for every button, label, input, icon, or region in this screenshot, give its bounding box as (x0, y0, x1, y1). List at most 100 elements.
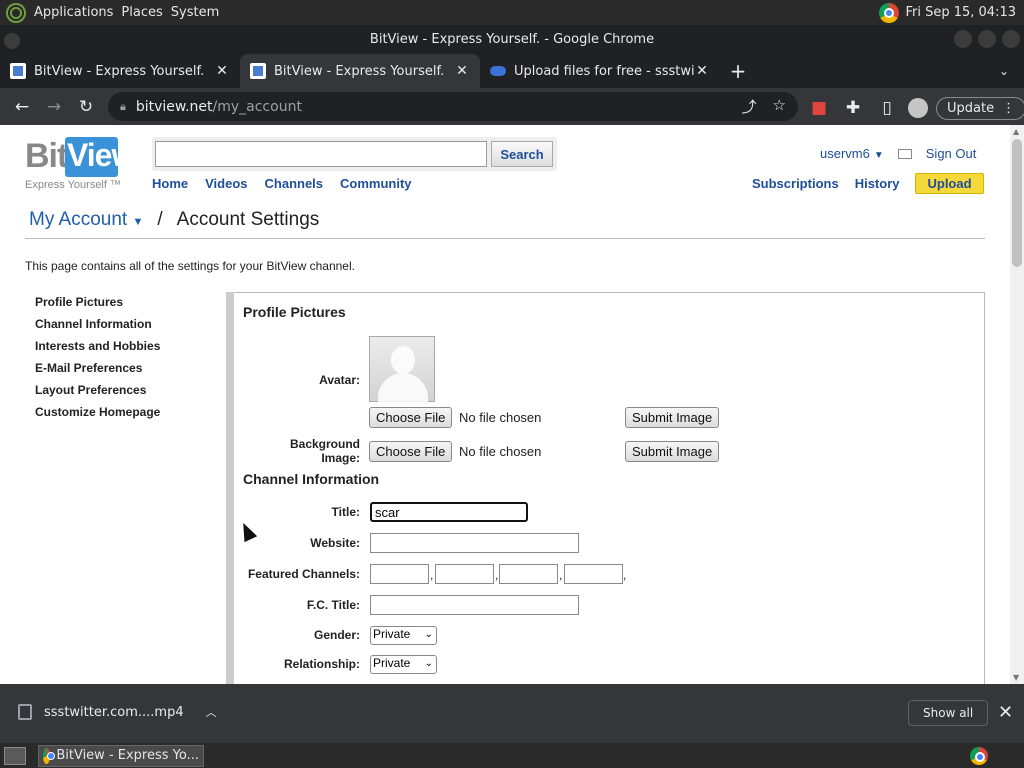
avatar-no-file-text: No file chosen (459, 410, 542, 425)
share-icon[interactable]: ⤴ (742, 96, 757, 117)
gender-label: Gender: (313, 628, 360, 642)
minimize-button[interactable] (954, 30, 972, 48)
background-label-line1: Background (289, 437, 360, 451)
user-menu[interactable]: uservm6 ▼ (820, 146, 884, 161)
sign-out-link[interactable]: Sign Out (926, 146, 977, 161)
history-link[interactable]: History (855, 176, 900, 191)
avatar-choose-file-button[interactable]: Choose File (369, 407, 453, 428)
chrome-icon (43, 747, 56, 764)
intro-text: This page contains all of the settings f… (25, 259, 355, 273)
nav-videos[interactable]: Videos (205, 176, 247, 191)
sidebar-item-customize-homepage[interactable]: Customize Homepage (25, 402, 226, 424)
sidebar-item-profile-pictures[interactable]: Profile Pictures (25, 292, 226, 314)
download-item[interactable]: ssstwitter.com....mp4 ︿ (18, 704, 217, 720)
chevron-up-icon[interactable]: ︿ (206, 704, 217, 720)
avatar-head (391, 346, 415, 374)
scroll-down-icon[interactable]: ▼ (1013, 673, 1021, 682)
avatar-label: Avatar: (319, 373, 360, 387)
main-nav: Home Videos Channels Community (152, 176, 412, 191)
forward-arrow-icon[interactable]: → (38, 91, 70, 123)
close-downloads-icon[interactable]: ✕ (998, 702, 1013, 723)
tab-ssstwitter[interactable]: Upload files for free - ssstwitter ✕ (480, 54, 720, 88)
extension-dice-icon[interactable]: ■ (806, 92, 832, 124)
subscriptions-link[interactable]: Subscriptions (752, 176, 839, 191)
sidebar-item-email-preferences[interactable]: E-Mail Preferences (25, 358, 226, 380)
title-label: Title: (331, 505, 360, 519)
settings-sidebar: Profile Pictures Channel Information Int… (25, 292, 226, 684)
tab-bitview-2[interactable]: BitView - Express Yourself. ✕ (240, 54, 480, 88)
my-account-menu[interactable]: My Account ▼ (29, 209, 143, 231)
channel-title-input[interactable] (370, 502, 528, 522)
close-tab-icon[interactable]: ✕ (454, 63, 470, 79)
back-arrow-icon[interactable]: ← (6, 91, 38, 123)
upload-button[interactable]: Upload (915, 173, 984, 194)
window-titlebar: BitView - Express Yourself. - Google Chr… (0, 25, 1024, 54)
new-tab-button[interactable]: + (720, 54, 756, 88)
side-panel-icon[interactable]: ▯ (874, 92, 900, 124)
close-window-button[interactable] (1002, 30, 1020, 48)
sidebar-item-interests-hobbies[interactable]: Interests and Hobbies (25, 336, 226, 358)
avatar-submit-button[interactable]: Submit Image (625, 407, 720, 428)
page-scrollbar[interactable]: ▲ ▼ (1010, 125, 1024, 684)
nav-channels[interactable]: Channels (265, 176, 324, 191)
url-host: bitview.net (135, 98, 213, 115)
close-tab-icon[interactable]: ✕ (214, 63, 230, 79)
mail-icon[interactable] (897, 148, 912, 159)
chevron-down-icon: ⌄ (424, 658, 433, 669)
profile-avatar-icon[interactable] (908, 98, 928, 118)
reload-icon[interactable]: ↻ (70, 91, 102, 123)
featured-channel-1-input[interactable] (370, 564, 429, 584)
tab-search-chevron-icon[interactable]: ⌄ (984, 54, 1024, 88)
extensions-puzzle-icon[interactable]: ✚ (840, 92, 866, 124)
distro-logo-icon[interactable] (6, 2, 26, 23)
gender-select[interactable]: Private ⌄ (370, 626, 437, 645)
sidebar-item-channel-information[interactable]: Channel Information (25, 314, 226, 336)
bitview-logo[interactable]: Bit View Express Yourself ™ (25, 137, 136, 192)
maximize-button[interactable] (978, 30, 996, 48)
window-menu-icon[interactable] (4, 33, 20, 49)
fc-title-input[interactable] (370, 595, 579, 615)
nav-home[interactable]: Home (152, 176, 188, 191)
lock-icon[interactable]: 🔒︎ (120, 100, 126, 114)
taskbar-chrome-window[interactable]: BitView - Express Yo... (38, 744, 204, 767)
tab-title: BitView - Express Yourself. (274, 63, 445, 79)
background-submit-button[interactable]: Submit Image (625, 441, 720, 462)
featured-channel-4-input[interactable] (564, 564, 623, 584)
relationship-select[interactable]: Private ⌄ (370, 655, 437, 674)
url-path: /my_account (212, 98, 302, 115)
featured-channel-3-input[interactable] (499, 564, 558, 584)
chevron-down-icon: ⌄ (424, 629, 433, 640)
background-label-line2: Image: (321, 451, 360, 465)
search-button[interactable]: Search (491, 141, 553, 167)
sidebar-item-layout-preferences[interactable]: Layout Preferences (25, 380, 226, 402)
address-bar[interactable]: 🔒︎ bitview.net/my_account ⤴ ☆ (108, 92, 798, 121)
clock[interactable]: Fri Sep 15, 04:13 (905, 5, 1016, 20)
relationship-value: Private (373, 656, 411, 670)
applications-menu[interactable]: Applications (34, 5, 121, 20)
places-menu[interactable]: Places (121, 5, 170, 20)
show-desktop-icon[interactable] (4, 746, 26, 765)
chevron-down-icon: ▼ (132, 216, 144, 228)
chrome-tray-icon[interactable] (879, 2, 900, 23)
comma: , (430, 568, 434, 582)
tab-title: BitView - Express Yourself. (34, 63, 205, 79)
comma: , (559, 568, 563, 582)
channel-information-heading: Channel Information (243, 471, 380, 487)
tab-bitview-1[interactable]: BitView - Express Yourself. ✕ (0, 54, 240, 88)
show-all-button[interactable]: Show all (908, 700, 989, 726)
tab-strip: BitView - Express Yourself. ✕ BitView - … (0, 54, 1024, 88)
chrome-launcher-icon[interactable] (970, 746, 988, 765)
search-input[interactable] (155, 141, 487, 167)
background-choose-file-button[interactable]: Choose File (369, 441, 453, 462)
featured-channels-label: Featured Channels: (247, 567, 360, 581)
nav-community[interactable]: Community (340, 176, 412, 191)
update-button[interactable]: Update ⋮ (936, 96, 1024, 120)
system-menu[interactable]: System (171, 5, 227, 20)
close-tab-icon[interactable]: ✕ (694, 63, 710, 79)
bookmark-star-icon[interactable]: ☆ (773, 96, 786, 117)
scroll-thumb[interactable] (1012, 139, 1022, 267)
download-filename: ssstwitter.com....mp4 (44, 704, 184, 720)
website-input[interactable] (370, 533, 579, 553)
featured-channel-2-input[interactable] (435, 564, 494, 584)
scroll-up-icon[interactable]: ▲ (1013, 127, 1021, 136)
